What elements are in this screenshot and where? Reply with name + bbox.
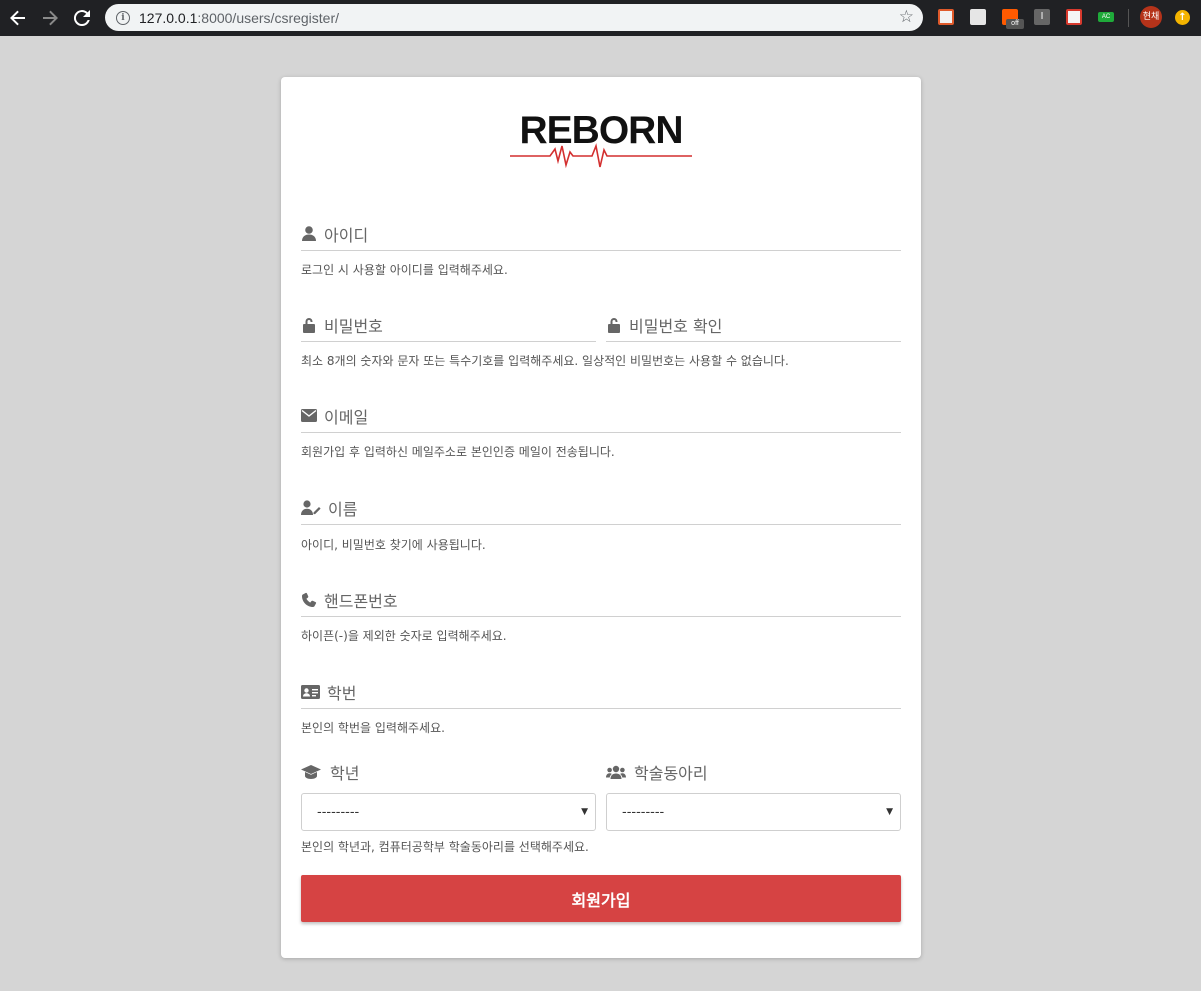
password-label: 비밀번호	[324, 316, 383, 336]
name-label: 이름	[328, 499, 358, 519]
extension-icon[interactable]	[938, 9, 954, 25]
user-edit-icon	[301, 500, 321, 516]
password-confirm-field[interactable]: 비밀번호 확인	[606, 308, 901, 342]
unlock-icon	[301, 317, 317, 333]
svg-text:REBORN: REBORN	[519, 109, 682, 152]
register-card: REBORN 아이디 로그인 시 사용할 아이디를 입력해주세요. 비밀번호 비…	[281, 77, 921, 958]
password-confirm-label: 비밀번호 확인	[629, 316, 723, 336]
user-icon	[301, 226, 317, 242]
forward-icon[interactable]	[34, 0, 66, 36]
password-help: 최소 8개의 숫자와 문자 또는 특수기호를 입력해주세요. 일상적인 비밀번호…	[301, 354, 789, 368]
update-icon[interactable]: ↑	[1175, 10, 1190, 25]
url-text[interactable]: 127.0.0.1:8000/users/csregister/	[139, 10, 339, 26]
browser-toolbar: i 127.0.0.1:8000/users/csregister/ ☆ off…	[0, 0, 1201, 36]
grade-selected-value: ---------	[317, 804, 360, 820]
reload-icon[interactable]	[66, 0, 98, 36]
reborn-logo: REBORN	[510, 109, 692, 169]
register-submit-button[interactable]: 회원가입	[301, 875, 901, 922]
club-heading: 학술동아리	[606, 760, 708, 784]
address-bar[interactable]: i 127.0.0.1:8000/users/csregister/ ☆	[105, 4, 923, 31]
select-help: 본인의 학년과, 컴퓨터공학부 학술동아리를 선택해주세요.	[301, 840, 589, 854]
profile-avatar[interactable]: 현채	[1140, 6, 1162, 28]
chevron-down-icon: ▼	[581, 807, 588, 817]
info-icon[interactable]: i	[116, 10, 130, 25]
username-label: 아이디	[324, 225, 369, 245]
graduation-cap-icon	[301, 765, 321, 779]
extension-icon[interactable]: AC	[1098, 12, 1114, 22]
username-field[interactable]: 아이디	[301, 217, 901, 251]
name-help: 아이디, 비밀번호 찾기에 사용됩니다.	[301, 538, 486, 552]
club-label: 학술동아리	[634, 764, 708, 783]
phone-icon	[301, 592, 317, 608]
extension-icon[interactable]	[1066, 9, 1082, 25]
email-help: 회원가입 후 입력하신 메일주소로 본인인증 메일이 전송됩니다.	[301, 445, 615, 459]
grade-select[interactable]: --------- ▼	[301, 793, 596, 831]
phone-label: 핸드폰번호	[324, 591, 398, 611]
id-card-icon	[301, 684, 320, 700]
back-icon[interactable]	[2, 0, 34, 36]
student-id-help: 본인의 학번을 입력해주세요.	[301, 721, 445, 735]
grade-label: 학년	[330, 764, 360, 783]
club-select[interactable]: --------- ▼	[606, 793, 901, 831]
password-field[interactable]: 비밀번호	[301, 308, 596, 342]
phone-help: 하이픈(-)을 제외한 숫자로 입력해주세요.	[301, 629, 507, 643]
unlock-icon	[606, 317, 622, 333]
grade-heading: 학년	[301, 760, 359, 784]
envelope-icon	[301, 408, 317, 424]
student-id-label: 학번	[327, 683, 357, 703]
extension-off-badge: off	[1006, 19, 1024, 29]
extension-icon[interactable]	[970, 9, 986, 25]
bookmark-star-icon[interactable]: ☆	[899, 7, 914, 27]
username-help: 로그인 시 사용할 아이디를 입력해주세요.	[301, 263, 508, 277]
chevron-down-icon: ▼	[886, 807, 893, 817]
email-field[interactable]: 이메일	[301, 399, 901, 433]
extension-icon[interactable]: I	[1034, 9, 1050, 25]
club-selected-value: ---------	[622, 804, 665, 820]
email-label: 이메일	[324, 407, 369, 427]
name-field[interactable]: 이름	[301, 491, 901, 525]
users-icon	[606, 765, 626, 779]
student-id-field[interactable]: 학번	[301, 675, 901, 709]
toolbar-divider	[1128, 9, 1129, 27]
phone-field[interactable]: 핸드폰번호	[301, 583, 901, 617]
